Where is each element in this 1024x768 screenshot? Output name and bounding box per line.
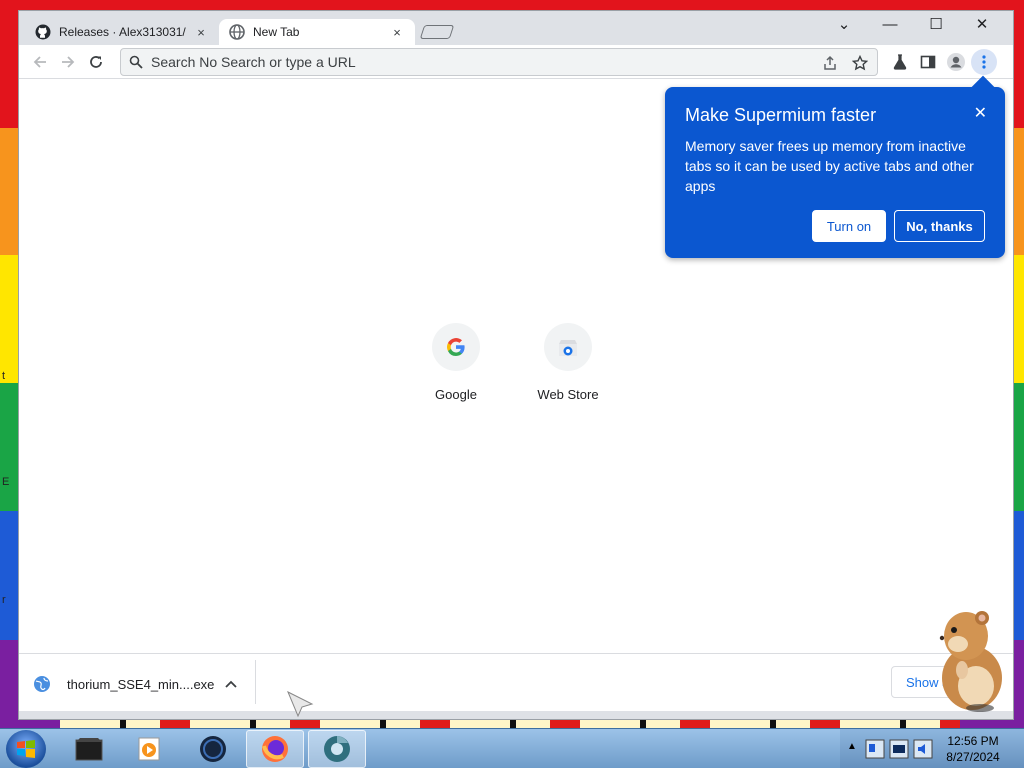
shortcut-label: Web Store (537, 387, 599, 402)
close-window-button[interactable]: ✕ (959, 11, 1005, 37)
terminal-icon (75, 738, 103, 761)
bookmark-star-icon[interactable] (849, 53, 871, 73)
forward-arrow-icon (62, 56, 75, 68)
clock-time: 12:56 PM (947, 734, 999, 748)
network-icon[interactable] (864, 737, 886, 761)
no-thanks-button[interactable]: No, thanks (894, 210, 985, 242)
desktop-edge-text: r (2, 594, 6, 606)
memory-saver-promo: Make Supermium faster ✕ Memory saver fre… (665, 75, 1005, 258)
three-dot-menu-icon (982, 55, 986, 69)
taskbar-app-media-player[interactable] (120, 730, 178, 768)
labs-flask-icon[interactable] (887, 49, 913, 75)
search-icon (121, 55, 151, 69)
divider (255, 660, 256, 704)
hamster-desktop-pet (939, 611, 1002, 712)
turn-on-button[interactable]: Turn on (812, 210, 886, 242)
globe-icon (31, 673, 53, 695)
google-g-icon (432, 323, 480, 371)
shortcut-google[interactable]: Google (400, 323, 512, 402)
shortcut-label: Google (435, 387, 477, 402)
reload-button[interactable] (83, 49, 109, 75)
side-panel-icon[interactable] (915, 49, 941, 75)
tab-search-button[interactable]: ⌄ (821, 11, 867, 37)
media-player-icon (138, 737, 160, 761)
profile-avatar-icon[interactable] (943, 49, 969, 75)
dark-globe-icon (200, 736, 226, 762)
web-store-icon (544, 323, 592, 371)
tray-expand-icon[interactable]: ▲ (847, 741, 857, 752)
browser-window: Releases · Alex313031/ × New Tab × ⌄ — ☐… (18, 10, 1014, 720)
tab-releases[interactable]: Releases · Alex313031/ × (25, 19, 219, 45)
promo-title: Make Supermium faster (685, 105, 877, 125)
toolbar (19, 45, 1013, 79)
clock-date: 8/27/2024 (946, 750, 1000, 764)
volume-icon[interactable] (912, 737, 934, 761)
taskbar-app-supermium[interactable] (308, 730, 366, 768)
back-arrow-icon (33, 56, 46, 68)
shortcut-web-store[interactable]: Web Store (512, 323, 624, 402)
forward-button[interactable] (55, 49, 81, 75)
download-shelf: thorium_SSE4_min....exe Show all (19, 653, 1013, 711)
tab-title: Releases · Alex313031/ (59, 25, 186, 39)
desktop-edge-text: t (2, 370, 6, 382)
start-button[interactable] (6, 730, 46, 768)
back-button[interactable] (27, 49, 53, 75)
tab-new-tab[interactable]: New Tab × (219, 19, 415, 45)
tab-close-button[interactable]: × (193, 24, 209, 40)
tab-strip: Releases · Alex313031/ × New Tab × ⌄ — ☐… (19, 11, 1013, 45)
browser-menu-button[interactable] (971, 49, 997, 75)
share-icon[interactable] (819, 53, 841, 73)
minimize-button[interactable]: — (867, 11, 913, 37)
github-icon (35, 24, 51, 40)
taskbar-app-browser[interactable] (184, 730, 242, 768)
windows-logo-icon (17, 740, 35, 758)
close-icon[interactable]: ✕ (974, 103, 987, 123)
tab-title: New Tab (253, 25, 300, 39)
display-icon[interactable] (888, 737, 910, 761)
globe-icon (229, 24, 245, 40)
download-filename: thorium_SSE4_min....exe (67, 676, 215, 692)
maximize-button[interactable]: ☐ (913, 11, 959, 37)
taskbar: ▲ 12:56 PM 8/27/2024 (0, 728, 1024, 768)
taskbar-app-terminal[interactable] (60, 730, 118, 768)
new-tab-button[interactable] (419, 25, 455, 39)
firefox-icon (262, 736, 288, 762)
supermium-icon (324, 736, 350, 762)
taskbar-clock[interactable]: 12:56 PM 8/27/2024 (938, 733, 1008, 765)
download-item[interactable]: thorium_SSE4_min....exe (31, 666, 241, 702)
desktop-edge-text: E (2, 476, 10, 488)
chevron-up-icon[interactable] (221, 680, 241, 688)
omnibox[interactable] (120, 48, 878, 76)
address-input[interactable] (151, 54, 877, 70)
mouse-cursor-icon (287, 690, 314, 718)
reload-icon (90, 56, 102, 68)
taskbar-app-firefox[interactable] (246, 730, 304, 768)
tab-close-button[interactable]: × (389, 24, 405, 40)
promo-body: Memory saver frees up memory from inacti… (685, 138, 974, 194)
